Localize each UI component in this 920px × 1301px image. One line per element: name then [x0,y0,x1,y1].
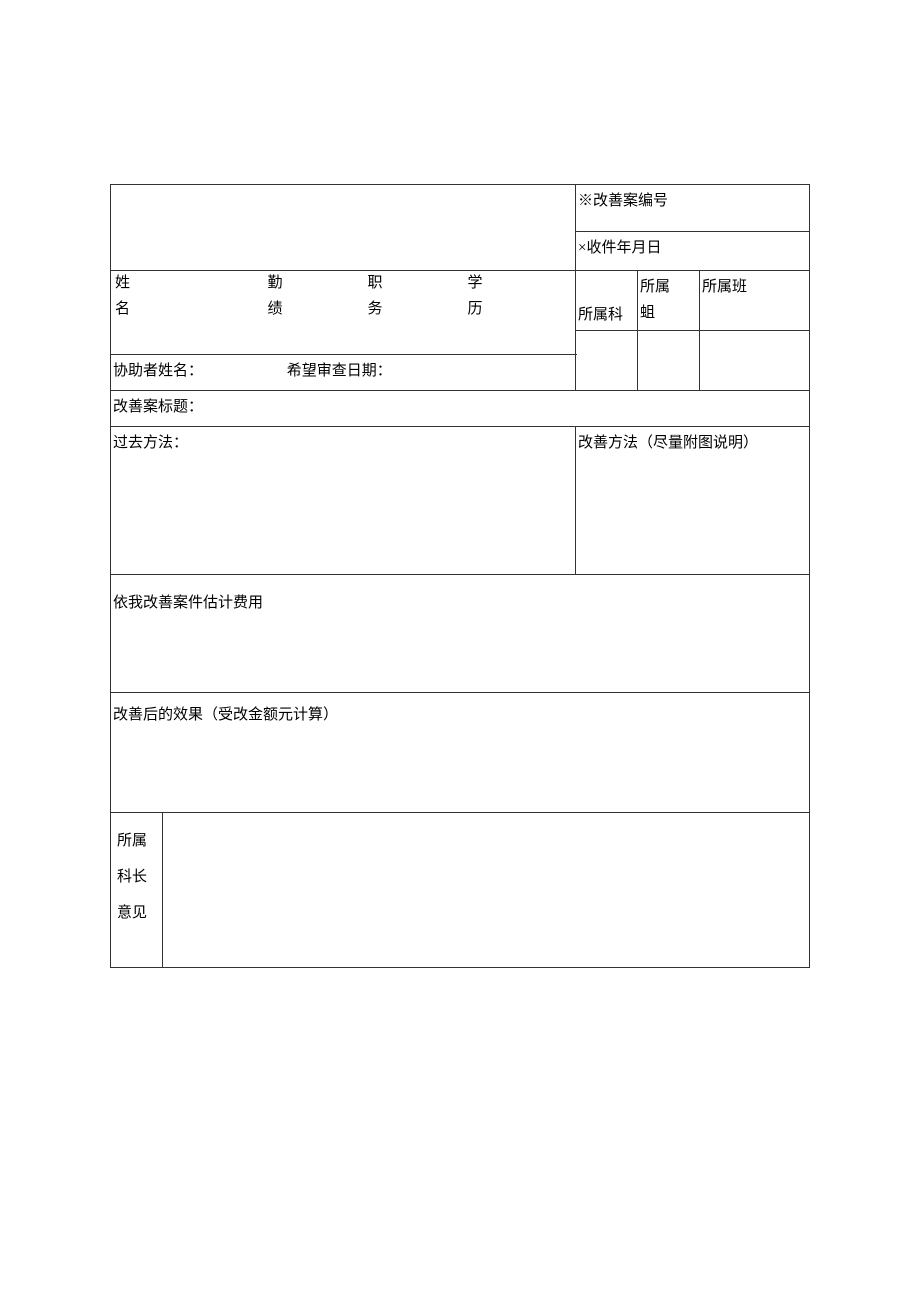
improve-method-label: 改善方法（尽量附图说明） [578,435,758,451]
form-table: ※改善案编号 ×收件年月日 姓 名 勤 绩 职 务 [110,184,810,968]
opinion-label-1: 所属 [117,823,156,859]
dept-section-label: 所属科 [578,307,623,323]
cost-cell[interactable]: 依我改善案件估计费用 [111,575,810,693]
opinion-value-cell[interactable] [163,813,810,968]
past-method-cell[interactable]: 过去方法： [111,427,576,575]
improve-method-cell[interactable]: 改善方法（尽量附图说明） [576,427,810,575]
duty-label-1: 职 [325,271,425,297]
dept-group-label-2: 蛆 [640,301,697,327]
recv-date-cell[interactable]: ×收件年月日 [576,232,810,271]
name-label-1: 姓 [115,271,225,297]
dept-section-label-cell: 所属科 [576,271,638,331]
opinion-label-2: 科长 [117,859,156,895]
duty-label-2: 务 [325,297,425,323]
case-number-cell[interactable]: ※改善案编号 [576,185,810,232]
case-number-label: ※改善案编号 [578,193,668,209]
dept-class-value[interactable] [700,331,810,391]
form-page: ※改善案编号 ×收件年月日 姓 名 勤 绩 职 务 [0,0,920,1301]
edu-label-2: 历 [425,297,525,323]
recv-date-label: ×收件年月日 [578,240,661,256]
perf-label-2: 绩 [225,297,325,323]
helper-review-cell[interactable]: 协助者姓名： 希望审查日期： [111,355,576,391]
dept-class-label: 所属班 [702,279,747,295]
personal-info-cell[interactable]: 姓 名 勤 绩 职 务 学 历 [111,271,576,355]
dept-section-value[interactable] [576,331,638,391]
dept-group-label-1: 所属 [640,275,697,301]
top-left-blank [111,185,576,271]
opinion-label-cell: 所属 科长 意见 [111,813,163,968]
past-method-label: 过去方法： [113,435,188,451]
cost-label: 依我改善案件估计费用 [113,595,263,611]
perf-label-1: 勤 [225,271,325,297]
case-title-label: 改善案标题： [113,399,203,415]
dept-group-label-cell: 所属 蛆 [638,271,700,331]
helper-label: 协助者姓名： [113,359,283,385]
edu-label-1: 学 [425,271,525,297]
review-date-label: 希望审查日期： [287,359,392,385]
dept-class-label-cell: 所属班 [700,271,810,331]
opinion-label-3: 意见 [117,895,156,931]
dept-group-value[interactable] [638,331,700,391]
effect-label: 改善后的效果（受改金额元计算） [113,707,338,723]
case-title-cell[interactable]: 改善案标题： [111,391,810,427]
effect-cell[interactable]: 改善后的效果（受改金额元计算） [111,693,810,813]
name-label-2: 名 [115,297,225,323]
